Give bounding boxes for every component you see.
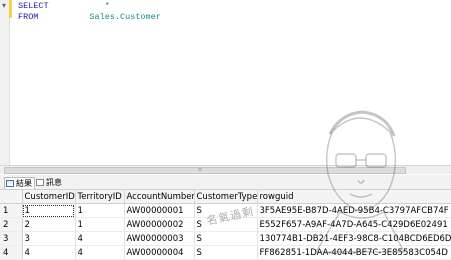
grid-cell[interactable]: FF862851-1DAA-4044-BE7C-3E85583C054D [257,245,451,260]
row-number[interactable]: 1 [0,203,23,218]
scroll-grip-icon: ≡ [198,167,203,173]
tab-messages[interactable]: 訊息 [35,177,64,188]
editor-horizontal-scrollbar[interactable]: ≡ [0,165,451,174]
row-number[interactable]: 2 [0,217,23,232]
grid-cell[interactable]: 1 [22,203,76,218]
grid-cell[interactable]: 4 [22,245,76,260]
grid-cell[interactable]: 3 [22,231,76,246]
sql-keyword-select: SELECT [18,1,49,11]
sql-code[interactable]: SELECT * FROM Sales.Customer [18,1,161,23]
scrollbar-thumb[interactable] [4,167,406,174]
grid-cell[interactable]: 1 [75,203,125,218]
row-number[interactable]: 4 [0,245,23,260]
grid-cell[interactable]: 1 [75,217,125,232]
tab-results[interactable]: 結果 [4,177,35,189]
tab-messages-label: 訊息 [46,178,62,187]
grid-cell[interactable]: AW00000001 [124,203,195,218]
results-grid[interactable]: CustomerID TerritoryID AccountNumber Cus… [0,190,451,260]
row-number-header[interactable] [0,190,23,204]
table-row[interactable]: 3 3 4 AW00000003 S 130774B1-DB21-4EF3-98… [0,231,451,246]
editor-margin: ▾ [0,0,10,171]
tab-results-label: 結果 [16,179,32,188]
grid-cell[interactable]: S [194,203,258,218]
grid-cell[interactable]: 3F5AE95E-B87D-4AED-95B4-C3797AFCB74F [257,203,451,218]
column-header[interactable]: CustomerType [194,190,258,204]
grid-cell[interactable]: 2 [22,217,76,232]
grid-cell[interactable]: E552F657-A9AF-4A7D-A645-C429D6E02491 [257,217,451,232]
column-header[interactable]: TerritoryID [75,190,125,204]
sql-star: * [104,1,110,11]
table-row[interactable]: 4 4 4 AW00000004 S FF862851-1DAA-4044-BE… [0,245,451,260]
grid-icon [6,180,14,187]
query-editor[interactable]: ▾ SELECT * FROM Sales.Customer [0,0,451,171]
grid-cell[interactable]: 130774B1-DB21-4EF3-98C8-C104BCD6ED6D [257,231,451,246]
message-icon [36,179,44,186]
sql-table-name: Sales.Customer [89,12,161,22]
column-header[interactable]: AccountNumber [124,190,195,204]
sql-keyword-from: FROM [18,12,39,22]
row-number[interactable]: 3 [0,231,23,246]
column-header[interactable]: CustomerID [22,190,76,204]
results-tabs: 結果 訊息 [0,175,451,190]
grid-cell[interactable]: S [194,245,258,260]
grid-cell[interactable]: AW00000003 [124,231,195,246]
change-tracking-bar [9,0,12,18]
table-row[interactable]: 1 1 1 AW00000001 S 3F5AE95E-B87D-4AED-95… [0,203,451,218]
editor-caret-icon: ▾ [2,1,7,10]
grid-cell[interactable]: AW00000002 [124,217,195,232]
grid-cell[interactable]: 4 [75,231,125,246]
column-header[interactable]: rowguid [257,190,451,204]
grid-cell[interactable]: S [194,217,258,232]
grid-cell[interactable]: S [194,231,258,246]
grid-header-row: CustomerID TerritoryID AccountNumber Cus… [0,190,451,204]
grid-cell[interactable]: AW00000004 [124,245,195,260]
grid-cell[interactable]: 4 [75,245,125,260]
table-row[interactable]: 2 2 1 AW00000002 S E552F657-A9AF-4A7D-A6… [0,217,451,232]
